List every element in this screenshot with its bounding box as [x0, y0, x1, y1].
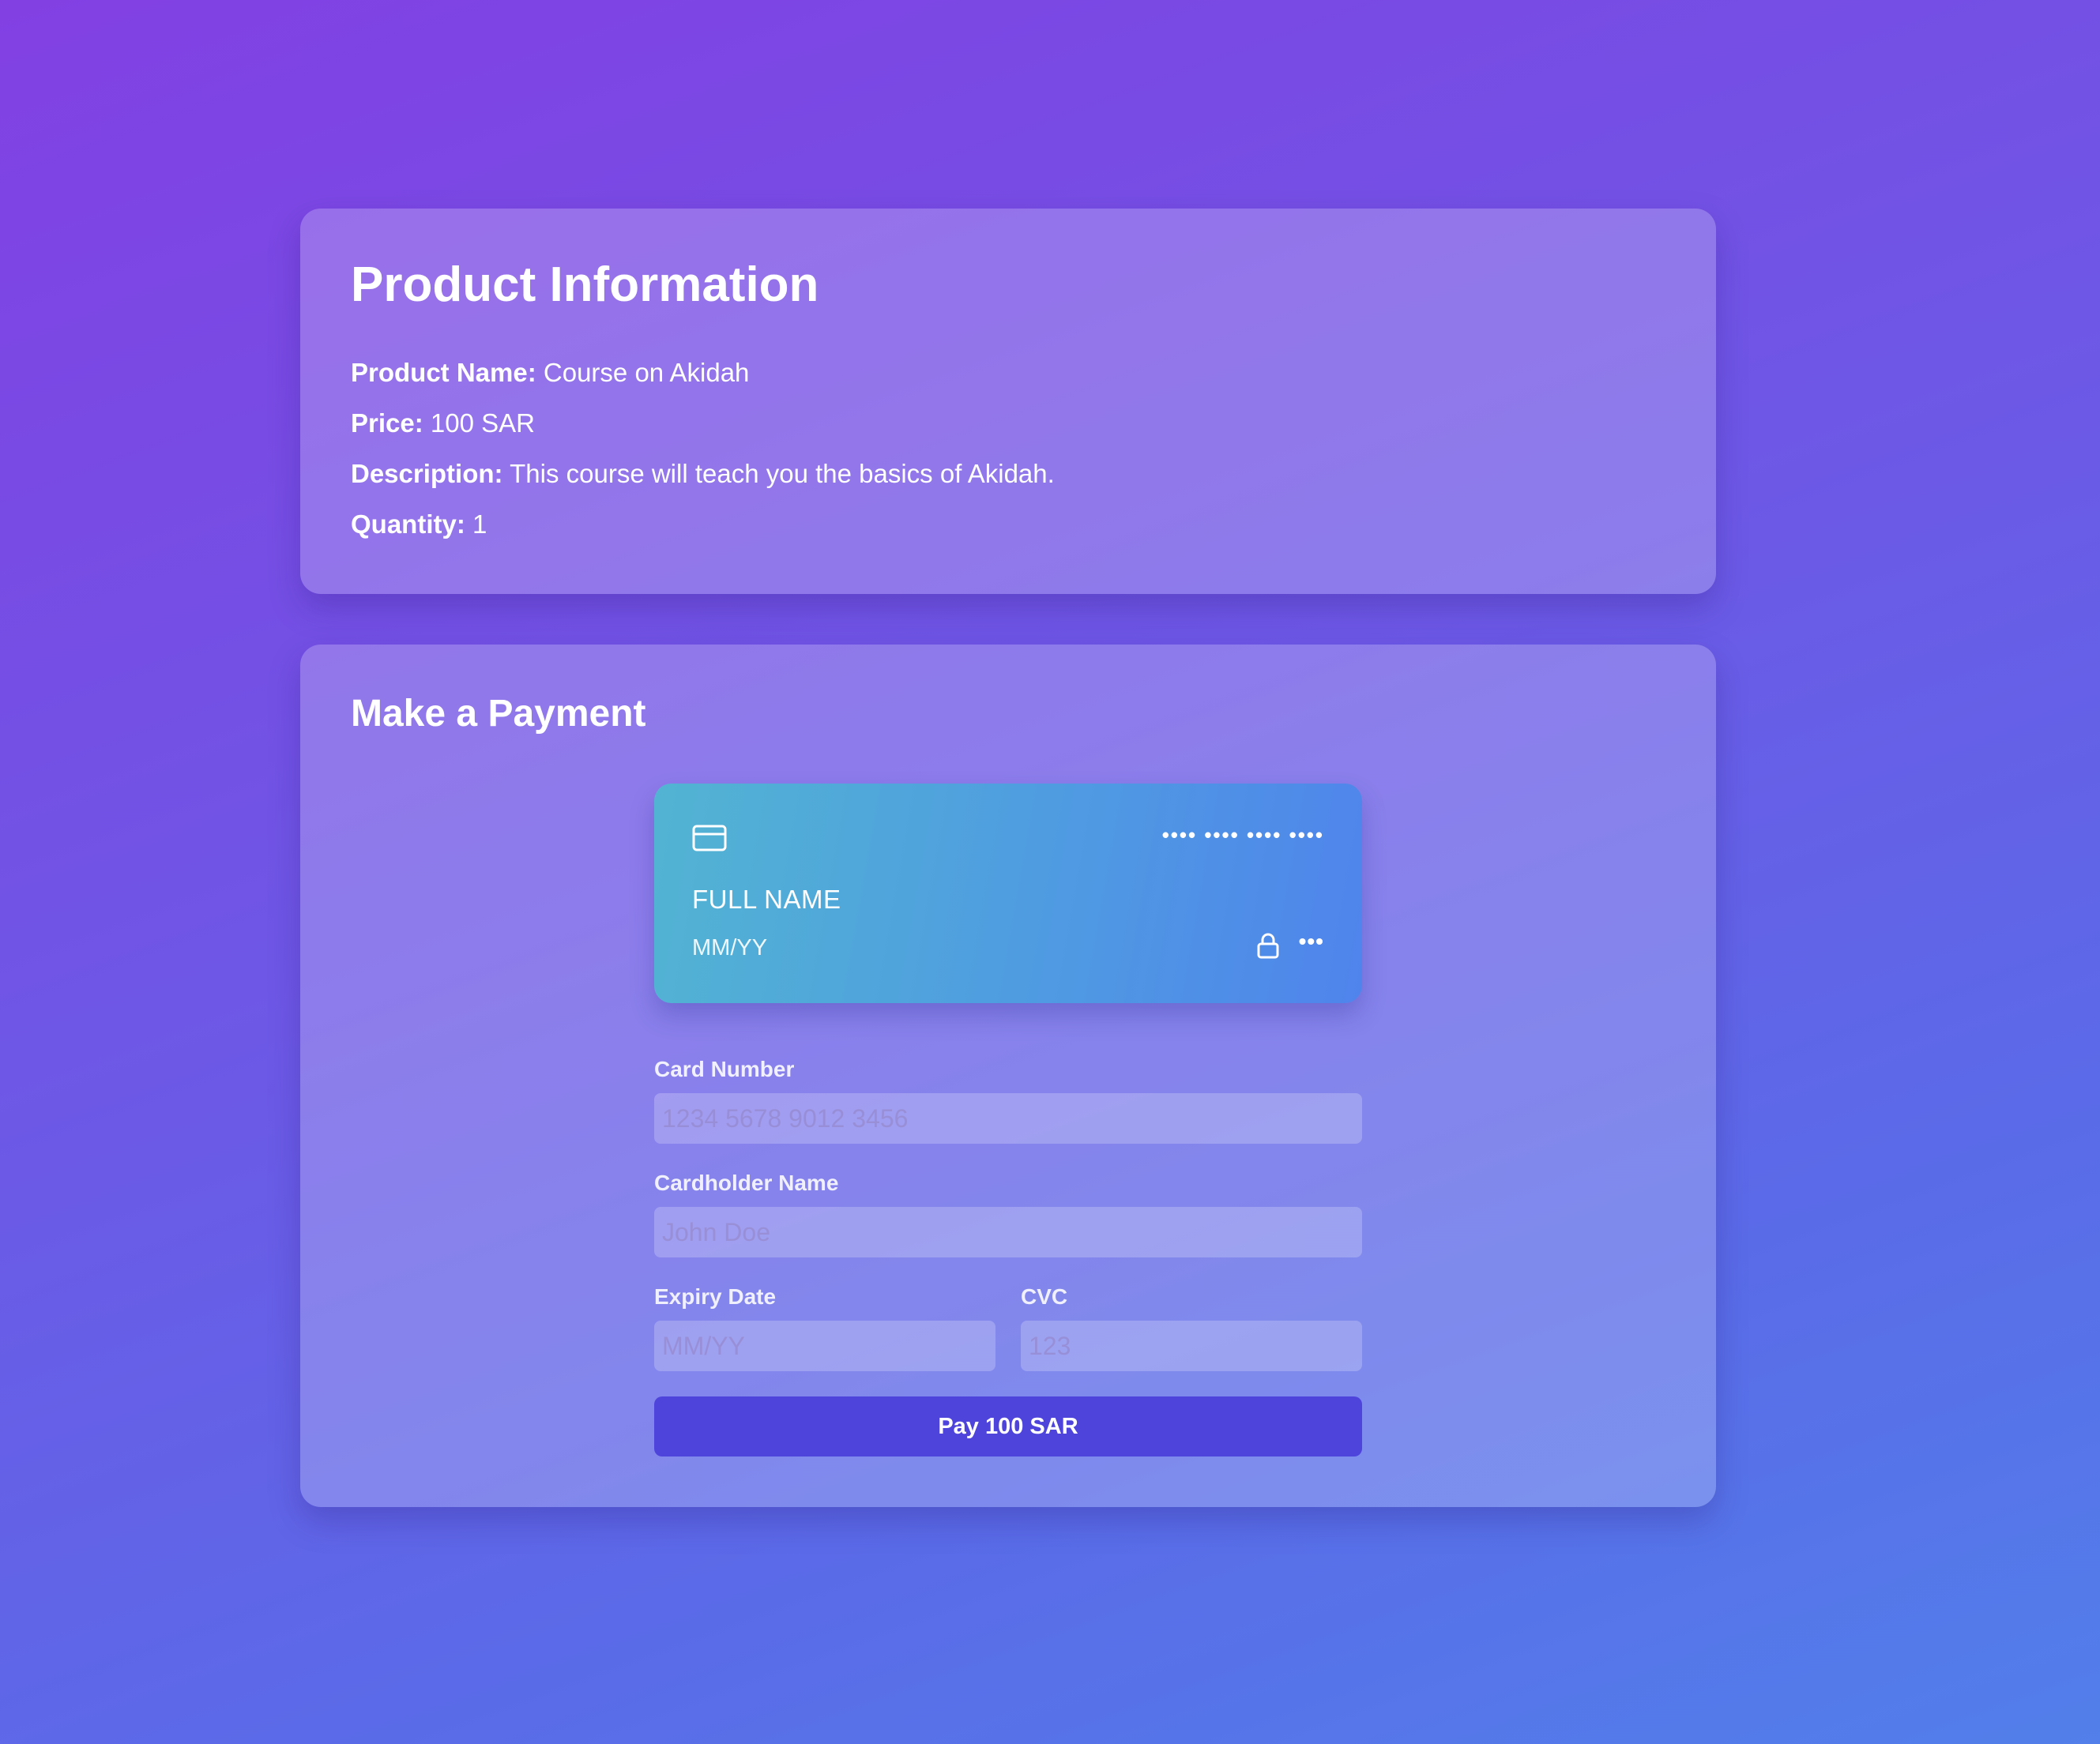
product-information-panel: Product Information Product Name: Course…: [300, 209, 1716, 594]
expiry-date-label: Expiry Date: [654, 1284, 777, 1309]
cardholder-name-input[interactable]: [654, 1207, 1362, 1257]
product-name-value: Course on Akidah: [543, 358, 750, 387]
lock-icon: [1257, 933, 1279, 959]
price-value: 100 SAR: [430, 408, 535, 438]
card-number-input[interactable]: [654, 1093, 1362, 1144]
card-preview: •••• •••• •••• •••• FULL NAME MM/YY •••: [654, 784, 1362, 1003]
product-information-title: Product Information: [351, 257, 819, 312]
quantity-row: Quantity: 1: [351, 499, 1665, 550]
expiry-date-input[interactable]: [654, 1321, 995, 1371]
product-name-label: Product Name:: [351, 358, 536, 387]
description-label: Description:: [351, 459, 503, 488]
price-row: Price: 100 SAR: [351, 398, 1665, 449]
cvc-input[interactable]: [1021, 1321, 1362, 1371]
card-holder-name-preview: FULL NAME: [692, 885, 841, 914]
quantity-label: Quantity:: [351, 509, 465, 539]
payment-title: Make a Payment: [351, 693, 646, 735]
card-number-mask: •••• •••• •••• ••••: [1161, 823, 1324, 847]
card-number-label: Card Number: [654, 1057, 795, 1081]
payment-panel: Make a Payment •••• •••• •••• •••• FULL …: [300, 645, 1716, 1507]
quantity-value: 1: [472, 509, 487, 539]
price-label: Price:: [351, 408, 423, 438]
pay-button[interactable]: Pay 100 SAR: [654, 1396, 1362, 1456]
card-cvc-mask: •••: [1298, 929, 1324, 953]
product-name-row: Product Name: Course on Akidah: [351, 348, 1665, 398]
credit-card-icon: [692, 825, 727, 851]
cvc-label: CVC: [1021, 1284, 1068, 1309]
cardholder-name-label: Cardholder Name: [654, 1171, 839, 1195]
card-expiry-preview: MM/YY: [692, 935, 768, 960]
description-value: This course will teach you the basics of…: [510, 459, 1055, 488]
description-row: Description: This course will teach you …: [351, 449, 1665, 499]
